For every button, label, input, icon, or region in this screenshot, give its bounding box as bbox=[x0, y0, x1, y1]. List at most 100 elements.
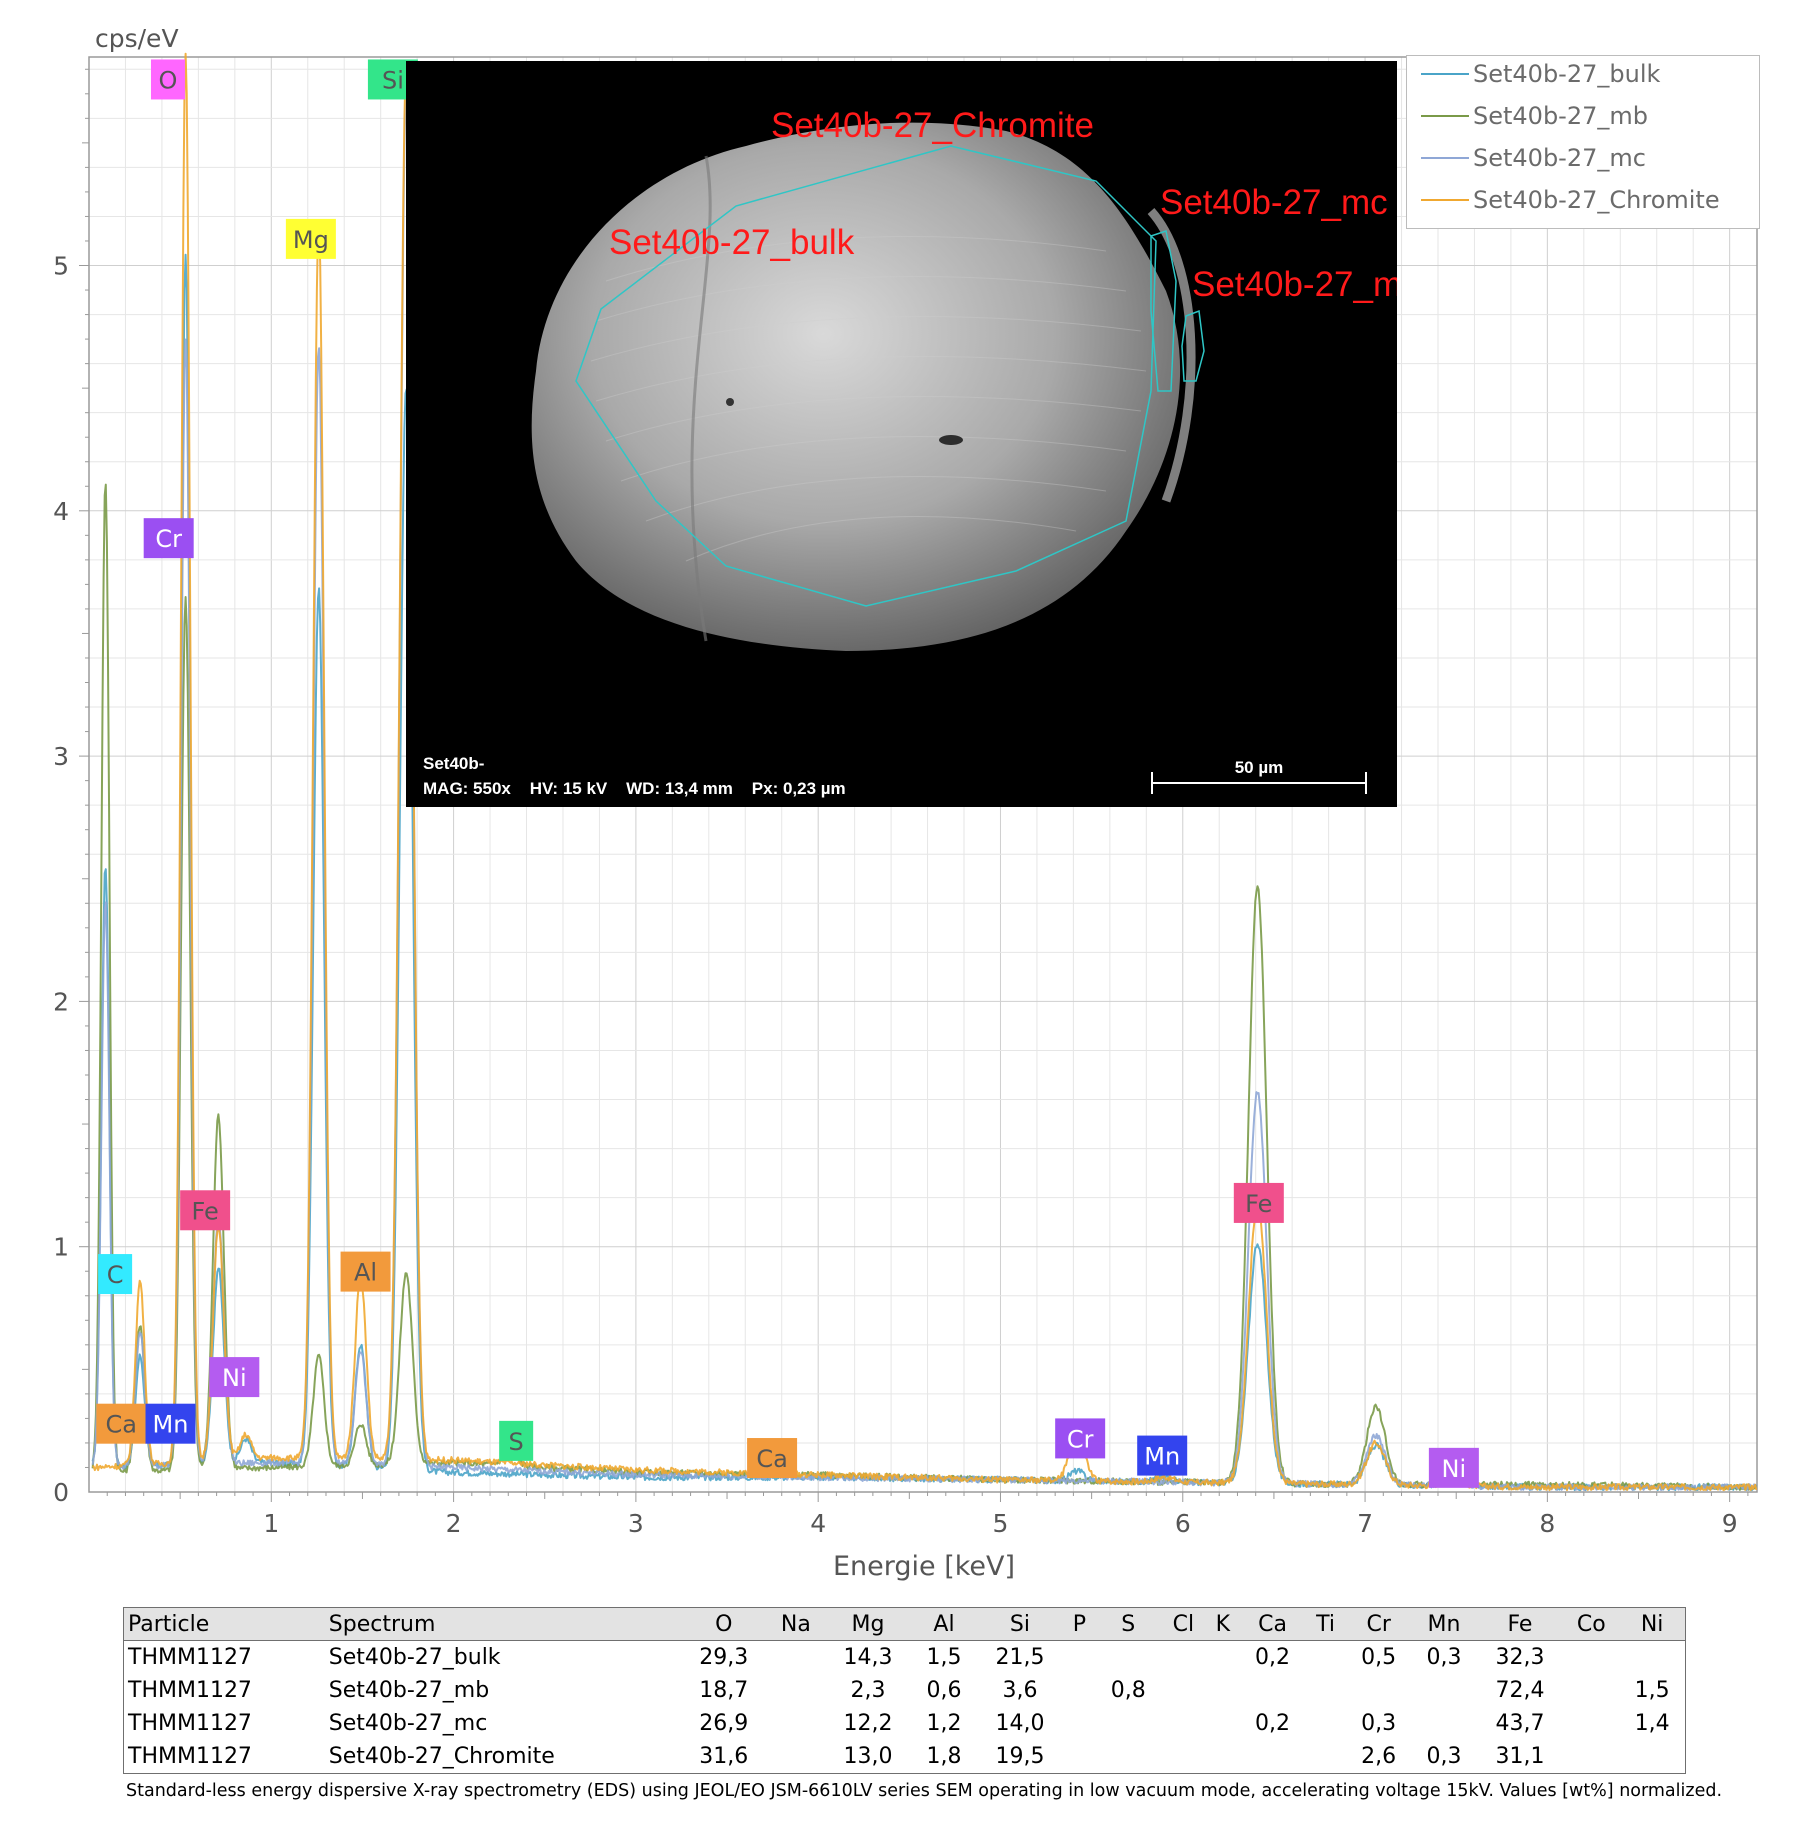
element-label-text: Cr bbox=[155, 525, 182, 553]
legend-item: Set40b-27_mc bbox=[1421, 140, 1646, 176]
legend-item: Set40b-27_mb bbox=[1421, 98, 1648, 134]
table-row: THMM1127 Set40b-27_bulk 29,3 14,3 1,5 21,5 0,2… bbox=[124, 1641, 1686, 1675]
table-row: THMM1127 Set40b-27_mb 18,7 2,3 0,6 3,6 0,8 72,4… bbox=[124, 1674, 1686, 1707]
table-cell bbox=[1206, 1674, 1240, 1707]
x-tick-label: 9 bbox=[1722, 1509, 1738, 1538]
table-cell bbox=[1240, 1740, 1305, 1774]
legend-label: Set40b-27_Chromite bbox=[1473, 186, 1720, 214]
element-label-text: Ni bbox=[222, 1364, 247, 1392]
table-cell: 14,3 bbox=[843, 1645, 893, 1670]
table-header-cell: Na bbox=[767, 1607, 825, 1641]
table-cell bbox=[767, 1641, 825, 1675]
table-header-cell: Mg bbox=[824, 1607, 912, 1641]
table-cell bbox=[767, 1740, 825, 1774]
element-label: O bbox=[150, 59, 185, 100]
element-label-text: O bbox=[159, 66, 178, 94]
composition-table: Particle Spectrum O Na Mg Al Si P S Cl K Ca Ti Cr Mn Fe… bbox=[123, 1607, 1686, 1774]
table-cell bbox=[1161, 1740, 1206, 1774]
legend-label: Set40b-27_mc bbox=[1473, 144, 1646, 172]
element-label-text: Mn bbox=[153, 1411, 189, 1439]
element-label: Ni bbox=[209, 1357, 260, 1398]
element-label: Fe bbox=[1233, 1182, 1284, 1223]
y-tick-label: 2 bbox=[53, 987, 69, 1016]
element-label-text: C bbox=[107, 1261, 124, 1289]
table-cell bbox=[1063, 1707, 1095, 1740]
table-cell: 1,5 bbox=[926, 1645, 962, 1670]
table-cell: 1,2 bbox=[926, 1711, 962, 1736]
element-label: Mg bbox=[285, 218, 336, 259]
table-cell: Set40b-27_mb bbox=[328, 1678, 490, 1703]
table-cell: 12,2 bbox=[843, 1711, 893, 1736]
table-header-cell: Particle bbox=[123, 1607, 325, 1641]
sem-info-line2: MAG: 550x HV: 15 kV WD: 13,4 mm Px: 0,23… bbox=[423, 779, 846, 798]
element-label-text: S bbox=[509, 1428, 524, 1456]
table-cell: 1,8 bbox=[926, 1744, 962, 1769]
element-label: C bbox=[98, 1254, 133, 1295]
table-cell bbox=[1063, 1740, 1095, 1774]
table-caption: Standard-less energy dispersive X-ray sp… bbox=[126, 1781, 1723, 1801]
table-cell bbox=[1240, 1674, 1305, 1707]
x-axis-label: Energie [keV] bbox=[833, 1551, 1015, 1582]
table-cell bbox=[1161, 1707, 1206, 1740]
y-tick-label: 4 bbox=[53, 497, 69, 526]
table-cell: 0,3 bbox=[1426, 1744, 1462, 1769]
legend-item: Set40b-27_Chromite bbox=[1421, 182, 1720, 218]
legend-swatch bbox=[1421, 157, 1469, 159]
legend-label: Set40b-27_bulk bbox=[1473, 60, 1661, 88]
table-row: THMM1127 Set40b-27_Chromite 31,6 13,0 1,8 19,… bbox=[124, 1740, 1686, 1774]
table-cell: 0,5 bbox=[1361, 1645, 1397, 1670]
x-tick-label: 4 bbox=[810, 1509, 826, 1538]
table-cell bbox=[1305, 1674, 1346, 1707]
legend-swatch bbox=[1421, 199, 1469, 201]
table-cell: THMM1127 bbox=[128, 1645, 252, 1670]
x-tick-label: 7 bbox=[1357, 1509, 1373, 1538]
region-label: Set40b-27_mc bbox=[1160, 183, 1388, 222]
table-header-row: Particle Spectrum O Na Mg Al Si P S Cl K Ca Ti Cr Mn Fe… bbox=[123, 1607, 1686, 1641]
element-label-text: Al bbox=[354, 1259, 377, 1287]
element-label-text: Fe bbox=[192, 1197, 219, 1225]
element-label-text: Ca bbox=[756, 1445, 787, 1473]
element-label-text: Si bbox=[382, 66, 404, 94]
element-label: Fe bbox=[180, 1190, 231, 1231]
legend-label: Set40b-27_mb bbox=[1473, 102, 1648, 130]
legend-swatch bbox=[1421, 73, 1469, 75]
element-label: Cr bbox=[143, 518, 194, 559]
table-cell: THMM1127 bbox=[128, 1711, 252, 1736]
table-header-cell: Spectrum bbox=[324, 1607, 681, 1641]
x-tick-label: 6 bbox=[1175, 1509, 1191, 1538]
table-header-cell: Ti bbox=[1305, 1607, 1346, 1641]
table-cell: 43,7 bbox=[1495, 1711, 1545, 1736]
table-header-cell: Co bbox=[1563, 1607, 1620, 1641]
element-label: Al bbox=[340, 1251, 391, 1292]
table-cell: 0,8 bbox=[1110, 1678, 1146, 1703]
region-label: Set40b-27_Chromite bbox=[771, 106, 1094, 145]
table-cell bbox=[1161, 1674, 1206, 1707]
table-cell bbox=[1305, 1740, 1346, 1774]
element-label-text: Ni bbox=[1442, 1455, 1467, 1483]
table-cell: 0,2 bbox=[1255, 1645, 1290, 1670]
table-cell bbox=[1619, 1740, 1685, 1774]
element-label-text: Cr bbox=[1067, 1425, 1094, 1453]
table-cell bbox=[1096, 1707, 1161, 1740]
table-cell: THMM1127 bbox=[128, 1678, 252, 1703]
table-header-cell: Cl bbox=[1160, 1607, 1206, 1641]
table-header-cell: S bbox=[1095, 1607, 1161, 1641]
x-tick-label: 2 bbox=[446, 1509, 462, 1538]
table-cell bbox=[1411, 1707, 1476, 1740]
table-cell bbox=[767, 1707, 825, 1740]
grain-pit bbox=[726, 398, 734, 406]
table-cell bbox=[1346, 1674, 1411, 1707]
element-label: Mn bbox=[1137, 1435, 1188, 1476]
table-cell bbox=[1206, 1707, 1240, 1740]
table-header-cell: Fe bbox=[1476, 1607, 1564, 1641]
table-cell: Set40b-27_bulk bbox=[328, 1645, 501, 1670]
element-label-text: Ca bbox=[106, 1411, 137, 1439]
element-label: Ca bbox=[747, 1438, 798, 1479]
table-cell: 0,3 bbox=[1361, 1711, 1397, 1736]
table-header-cell: K bbox=[1205, 1607, 1240, 1641]
table-cell bbox=[1563, 1674, 1619, 1707]
legend-item: Set40b-27_bulk bbox=[1421, 56, 1660, 92]
table-cell: Set40b-27_Chromite bbox=[328, 1744, 555, 1769]
table-cell: 1,4 bbox=[1634, 1711, 1670, 1736]
table-cell: THMM1127 bbox=[128, 1744, 252, 1769]
